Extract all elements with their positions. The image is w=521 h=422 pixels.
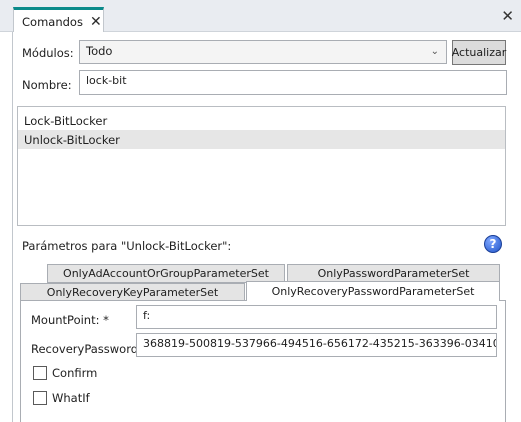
recovery-password-label: RecoveryPassword: * (31, 342, 152, 356)
tab-close-icon[interactable]: ✕ (90, 15, 102, 29)
modules-value: Todo (86, 44, 113, 58)
modules-dropdown[interactable]: Todo ⌄ (79, 40, 447, 64)
whatif-label: WhatIf (52, 391, 90, 405)
confirm-checkbox[interactable] (33, 366, 47, 380)
help-icon[interactable]: ? (484, 235, 502, 253)
name-label: Nombre: (22, 78, 72, 92)
tab-title: Comandos (22, 14, 83, 29)
command-list[interactable]: Lock-BitLocker Unlock-BitLocker (17, 106, 506, 226)
recovery-password-input[interactable]: 368819-500819-537966-494516-656172-43521… (136, 333, 497, 357)
refresh-button[interactable]: Actualizar (452, 40, 506, 65)
confirm-label: Confirm (52, 366, 98, 380)
parameters-header: Parámetros para "Unlock-BitLocker": (22, 239, 232, 253)
whatif-checkbox[interactable] (33, 391, 47, 405)
name-input[interactable]: lock-bit (79, 70, 507, 95)
chevron-down-icon: ⌄ (430, 46, 439, 57)
title-bar: Comandos ✕ ✕ (0, 0, 521, 33)
mountpoint-input[interactable]: f: (136, 305, 497, 329)
tab-only-recovery-password[interactable]: OnlyRecoveryPasswordParameterSet (246, 281, 500, 301)
mountpoint-label: MountPoint: * (31, 313, 109, 327)
modules-label: Módulos: (22, 46, 74, 60)
list-item-lock-bitlocker[interactable]: Lock-BitLocker (18, 111, 505, 130)
tab-comandos[interactable]: Comandos ✕ (13, 7, 104, 33)
list-item-unlock-bitlocker[interactable]: Unlock-BitLocker (18, 130, 505, 149)
window-close-icon[interactable]: ✕ (501, 9, 514, 24)
